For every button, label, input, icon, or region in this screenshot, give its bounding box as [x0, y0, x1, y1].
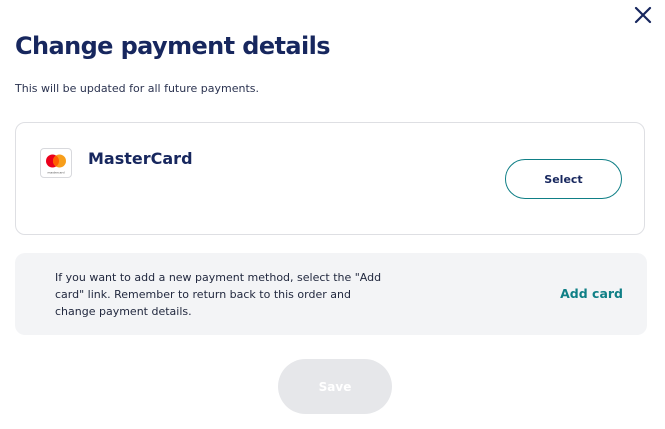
- select-button[interactable]: Select: [505, 159, 622, 199]
- info-text: If you want to add a new payment method,…: [55, 271, 382, 318]
- close-icon: [634, 6, 652, 24]
- page-subtitle: This will be updated for all future paym…: [15, 82, 259, 95]
- page-title: Change payment details: [15, 32, 331, 60]
- payment-method-name: MasterCard: [88, 149, 193, 168]
- mastercard-logo-text: mastercard: [47, 171, 64, 175]
- save-button[interactable]: Save: [278, 359, 392, 414]
- mastercard-logo-icon: mastercard: [40, 148, 72, 178]
- add-card-link[interactable]: Add card: [560, 286, 623, 301]
- payment-method-option: mastercard MasterCard Select: [15, 122, 645, 235]
- add-card-info-box: If you want to add a new payment method,…: [15, 253, 647, 335]
- close-button[interactable]: [631, 3, 655, 27]
